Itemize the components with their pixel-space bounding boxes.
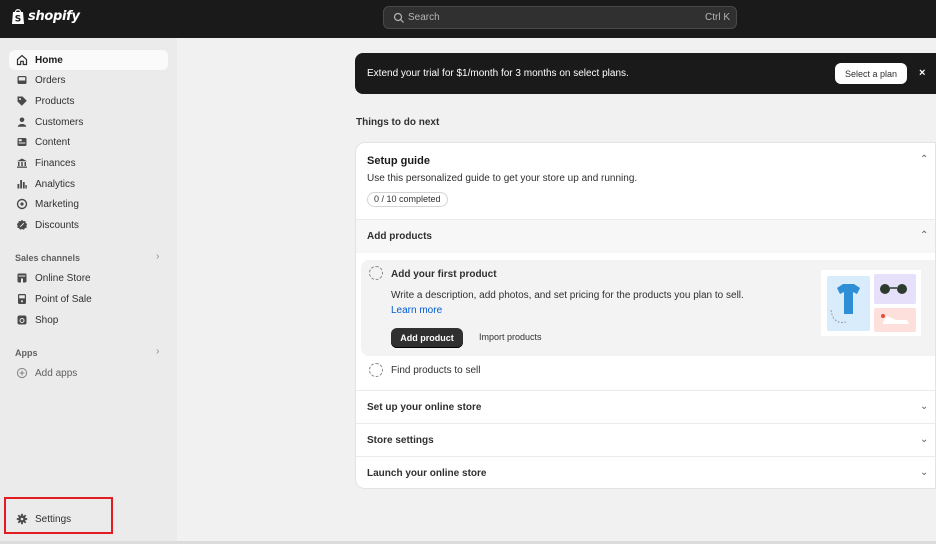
close-icon[interactable]: × [919, 67, 929, 79]
sidebar-item-discounts[interactable]: Discounts [9, 215, 168, 235]
bank-icon [17, 158, 27, 168]
sidebar-item-customers[interactable]: Customers [9, 112, 168, 132]
section-title: Launch your online store [367, 468, 487, 479]
sidebar-item-label: Content [35, 136, 71, 148]
search-bar[interactable]: Search Ctrl K [383, 6, 737, 29]
section-title: Store settings [367, 435, 434, 446]
incomplete-circle-icon[interactable] [369, 363, 383, 377]
sidebar-item-analytics[interactable]: Analytics [9, 174, 168, 194]
inbox-icon [17, 76, 27, 84]
find-products-task[interactable]: Find products to sell [391, 365, 481, 376]
setup-guide-description: Use this personalized guide to get your … [367, 173, 638, 184]
shopify-logo[interactable]: S shopify [11, 8, 80, 25]
sales-channels-title[interactable]: Sales channels [15, 253, 80, 263]
progress-badge: 0 / 10 completed [367, 192, 448, 207]
products-illustration [821, 270, 921, 336]
plus-circle-icon [16, 367, 28, 379]
target-icon [16, 198, 28, 210]
setup-guide-title: Setup guide [367, 155, 430, 167]
sidebar-item-label: Add apps [35, 367, 78, 379]
sidebar-item-label: Marketing [35, 198, 79, 210]
sidebar-item-add-apps[interactable]: Add apps [9, 363, 168, 383]
sidebar-item-label: Online Store [35, 272, 91, 284]
logo-wordmark: shopify [28, 9, 80, 24]
chevron-up-icon[interactable]: ⌃ [920, 154, 928, 165]
add-first-product-task: Add your first product Write a descripti… [361, 260, 935, 356]
chevron-down-icon[interactable]: ⌄ [920, 434, 928, 445]
sidebar-item-label: Finances [35, 157, 76, 169]
tag-icon [17, 96, 27, 106]
apps-title[interactable]: Apps [15, 348, 38, 358]
sidebar-item-shop[interactable]: Shop [9, 310, 168, 330]
person-icon [17, 117, 27, 127]
sidebar-item-marketing[interactable]: Marketing [9, 194, 168, 214]
sidebar-item-orders[interactable]: Orders [9, 70, 168, 90]
sidebar-item-online-store[interactable]: Online Store [9, 268, 168, 288]
chevron-right-icon[interactable]: › [156, 346, 159, 357]
sidebar-item-finances[interactable]: Finances [9, 153, 168, 173]
store-settings-section[interactable]: Store settings ⌄ [356, 423, 935, 456]
chevron-up-icon[interactable]: ⌃ [920, 230, 928, 241]
section-title: Add products [367, 231, 432, 242]
shopify-bag-icon: S [12, 9, 24, 25]
chevron-down-icon[interactable]: ⌄ [920, 401, 928, 412]
svg-text:S: S [15, 15, 21, 25]
sidebar-item-point-of-sale[interactable]: Point of Sale [9, 289, 168, 309]
home-icon [16, 54, 28, 66]
discount-icon [16, 219, 28, 230]
bar-chart-icon [17, 180, 27, 189]
settings-highlight-box [4, 497, 113, 534]
sidebar-item-label: Analytics [35, 178, 76, 190]
sidebar-item-label: Orders [35, 74, 66, 86]
sidebar-item-content[interactable]: Content [9, 132, 168, 152]
chevron-right-icon[interactable]: › [156, 251, 159, 262]
section-title: Set up your online store [367, 402, 482, 413]
learn-more-link[interactable]: Learn more [391, 305, 442, 316]
storefront-icon [17, 273, 27, 283]
sidebar-item-label: Customers [35, 116, 84, 128]
online-store-section[interactable]: Set up your online store ⌄ [356, 390, 935, 423]
task-description: Write a description, add photos, and set… [391, 290, 744, 316]
launch-store-section[interactable]: Launch your online store ⌄ [356, 456, 935, 488]
sidebar-item-products[interactable]: Products [9, 91, 168, 111]
pos-icon [18, 294, 26, 304]
search-shortcut: Ctrl K [705, 12, 730, 23]
sidebar-item-label: Products [35, 95, 75, 107]
search-icon [393, 12, 404, 23]
sidebar: Home Orders Products Customers Content F… [0, 38, 177, 544]
chevron-down-icon[interactable]: ⌄ [920, 467, 928, 478]
banner-text: Extend your trial for $1/month for 3 mon… [367, 68, 629, 79]
things-to-do-title: Things to do next [356, 117, 440, 128]
sidebar-item-home[interactable]: Home [9, 50, 168, 70]
add-product-button[interactable]: Add product [391, 328, 463, 348]
sidebar-item-label: Point of Sale [35, 293, 92, 305]
add-products-section[interactable]: Add products ⌃ [356, 219, 935, 253]
import-products-button[interactable]: Import products [479, 332, 542, 342]
sidebar-item-label: Shop [35, 314, 59, 326]
shop-icon [17, 315, 27, 325]
sidebar-item-label: Discounts [35, 219, 79, 231]
select-plan-button[interactable]: Select a plan [835, 63, 907, 84]
task-title: Add your first product [391, 269, 497, 280]
image-icon [17, 138, 27, 146]
incomplete-circle-icon[interactable] [369, 266, 383, 280]
sidebar-item-label: Home [35, 54, 63, 66]
setup-guide-card: Setup guide ⌃ Use this personalized guid… [355, 142, 936, 489]
top-bar: S shopify Search Ctrl K [0, 0, 936, 38]
search-placeholder: Search [408, 12, 440, 23]
